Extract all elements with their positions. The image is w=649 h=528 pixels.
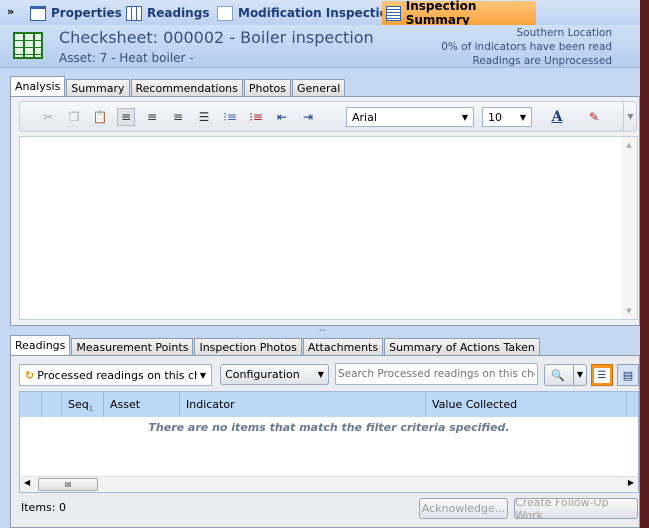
numbered-list-icon[interactable]: ⁝≡ xyxy=(247,108,265,126)
window-edge xyxy=(640,0,649,528)
tab-properties[interactable]: Properties xyxy=(26,2,126,24)
asset-label: Asset: 7 - Heat boiler - xyxy=(59,51,194,65)
readings-panel: ↻ Processed readings on this chec ▼ Config… xyxy=(10,355,640,528)
align-right-icon[interactable]: ≡ xyxy=(169,108,187,126)
window-icon xyxy=(30,5,46,21)
location-text: Southern Location xyxy=(516,27,612,39)
checksheet-icon xyxy=(13,32,43,59)
analysis-panel: ✂ ❐ 📋 ≡ ≡ ≡ ☰ ⁝≡ ⁝≡ ⇤ ⇥ Arial ▼ 10 ▼ A ✎ ▼… xyxy=(10,96,640,326)
readings-grid: Seq1 Asset Indicator Value Collected The… xyxy=(19,391,639,493)
sort-indicator: 1 xyxy=(88,405,94,414)
status-summary: Southern Location 0% of indicators have … xyxy=(441,26,612,68)
tab-recommendations[interactable]: Recommendations xyxy=(130,79,243,97)
document-tab-bar: » Properties Readings Modification Inspe… xyxy=(0,0,640,27)
cut-icon[interactable]: ✂ xyxy=(39,108,57,126)
scroll-right-icon[interactable]: ▶ xyxy=(628,478,634,487)
scroll-left-icon[interactable]: ◀ xyxy=(24,478,30,487)
tab-summary[interactable]: Summary xyxy=(66,79,130,97)
bottom-tabs: Readings Measurement Points Inspection P… xyxy=(10,335,541,356)
grid-edit-icon xyxy=(126,5,142,21)
tab-label: Properties xyxy=(51,6,122,20)
dropdown-arrow-icon: ▼ xyxy=(199,370,206,380)
column-header-indicator[interactable]: Indicator xyxy=(180,392,426,417)
tab-modification-inspection[interactable]: Modification Inspection xyxy=(213,2,400,24)
dropdown-arrow-icon: ▼ xyxy=(519,112,526,122)
tab-readings-list[interactable]: Readings xyxy=(10,335,71,356)
items-count: Items: 0 xyxy=(21,501,66,514)
record-header: Checksheet: 000002 - Boiler inspection A… xyxy=(0,25,640,68)
tab-label: Readings xyxy=(147,6,210,20)
column-header[interactable] xyxy=(20,392,42,417)
tab-measurement-points[interactable]: Measurement Points xyxy=(71,338,194,356)
refresh-icon: ↻ xyxy=(25,368,35,382)
splitter-handle[interactable]: ···· xyxy=(319,326,326,335)
scroll-thumb[interactable]: III xyxy=(38,478,98,491)
align-left-icon[interactable]: ≡ xyxy=(117,108,135,126)
column-label: Seq xyxy=(68,398,89,411)
tab-general[interactable]: General xyxy=(292,79,346,97)
font-size-select[interactable]: 10 ▼ xyxy=(482,107,532,127)
column-header-value[interactable]: Value Collected xyxy=(426,392,627,417)
dropdown-arrow-icon: ▼ xyxy=(573,365,586,385)
dropdown-arrow-icon: ▼ xyxy=(461,112,468,122)
tab-inspection-photos[interactable]: Inspection Photos xyxy=(194,338,302,356)
tab-readings[interactable]: Readings xyxy=(122,2,213,24)
search-button[interactable]: 🔍 ▼ xyxy=(544,364,587,386)
document-icon xyxy=(386,5,401,21)
vertical-scrollbar[interactable]: ▲ ▼ xyxy=(621,137,637,319)
paste-icon[interactable]: 📋 xyxy=(91,108,109,126)
font-family-select[interactable]: Arial ▼ xyxy=(346,107,474,127)
search-icon: 🔍 xyxy=(551,368,565,382)
font-value: Arial xyxy=(352,110,377,124)
bullet-list-icon[interactable]: ⁝≡ xyxy=(221,108,239,126)
filter-select[interactable]: ↻ Processed readings on this chec ▼ xyxy=(19,364,212,386)
configuration-label: Configuration xyxy=(225,368,300,381)
font-size-value: 10 xyxy=(488,110,502,124)
align-center-icon[interactable]: ≡ xyxy=(143,108,161,126)
column-header-asset[interactable]: Asset xyxy=(104,392,180,417)
acknowledge-button[interactable]: Acknowledge... xyxy=(419,498,508,519)
readings-status-text: Readings are Unprocessed xyxy=(472,55,612,67)
copy-icon[interactable]: ❐ xyxy=(65,108,83,126)
page-title: Checksheet: 000002 - Boiler inspection xyxy=(59,28,374,47)
search-input[interactable] xyxy=(335,363,538,385)
empty-message: There are no items that match the filter… xyxy=(148,421,510,434)
tab-label: Modification Inspection xyxy=(238,6,397,20)
tab-inspection-summary[interactable]: Inspection Summary xyxy=(382,0,536,27)
grid-header: Seq1 Asset Indicator Value Collected xyxy=(20,392,638,417)
configuration-button[interactable]: Configuration ▼ xyxy=(220,364,329,385)
tab-label: Inspection Summary xyxy=(405,0,477,27)
tab-summary-actions[interactable]: Summary of Actions Taken xyxy=(384,338,540,356)
column-header[interactable] xyxy=(42,392,62,417)
tab-photos[interactable]: Photos xyxy=(243,79,291,97)
collapse-chevron-icon[interactable]: » xyxy=(7,5,14,18)
list-view-icon[interactable]: ☰ xyxy=(591,364,613,386)
create-follow-up-button[interactable]: Create Follow-Up Work xyxy=(514,496,638,522)
filter-value: Processed readings on this chec xyxy=(37,368,197,382)
toolbar-overflow-icon[interactable]: ▼ xyxy=(623,102,637,131)
dropdown-arrow-icon: ▼ xyxy=(317,370,324,379)
highlight-icon[interactable]: ✎ xyxy=(585,108,603,126)
formatting-toolbar: ✂ ❐ 📋 ≡ ≡ ≡ ☰ ⁝≡ ⁝≡ ⇤ ⇥ Arial ▼ 10 ▼ A ✎ ▼ xyxy=(19,101,637,132)
tab-analysis[interactable]: Analysis xyxy=(10,76,66,97)
indicators-text: 0% of indicators have been read xyxy=(441,41,612,53)
decrease-indent-icon[interactable]: ⇤ xyxy=(273,108,291,126)
horizontal-scrollbar[interactable]: ◀ III ▶ xyxy=(20,476,638,492)
justify-icon[interactable]: ☰ xyxy=(195,108,213,126)
editor-tabs: Analysis Summary Recommendations Photos … xyxy=(10,76,346,97)
column-header-seq[interactable]: Seq1 xyxy=(62,392,104,417)
detail-view-icon[interactable]: ▤ xyxy=(617,364,639,386)
tab-attachments[interactable]: Attachments xyxy=(302,338,384,356)
checksheet-icon xyxy=(217,5,233,21)
font-color-icon[interactable]: A xyxy=(548,108,566,126)
increase-indent-icon[interactable]: ⇥ xyxy=(299,108,317,126)
analysis-text-editor[interactable]: ▲ ▼ xyxy=(19,136,638,320)
